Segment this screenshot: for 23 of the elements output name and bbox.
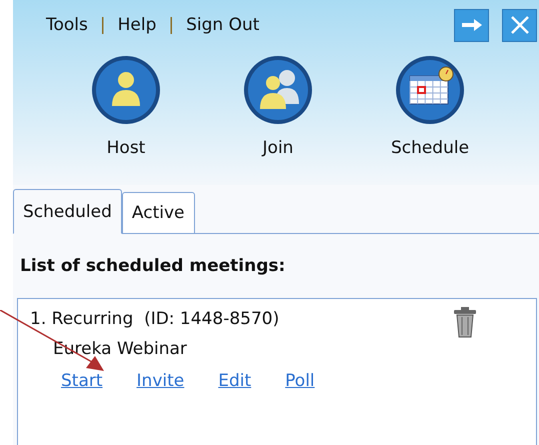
- menu-item[interactable]: Help: [118, 15, 156, 35]
- meeting-link[interactable]: Edit: [218, 371, 252, 391]
- tab[interactable]: Active: [122, 192, 195, 234]
- menu-separator: |: [168, 15, 174, 35]
- meeting-link[interactable]: Invite: [136, 371, 184, 391]
- arrow-button[interactable]: [454, 8, 489, 42]
- menu-item[interactable]: Sign Out: [186, 15, 260, 35]
- menu-separator: |: [100, 15, 106, 35]
- action-button[interactable]: Host: [71, 54, 181, 158]
- close-icon: [510, 15, 530, 35]
- person-icon: [90, 54, 162, 126]
- meeting-link[interactable]: Poll: [285, 371, 315, 391]
- meeting-title: 1. Recurring (ID: 1448-8570): [30, 309, 280, 329]
- tab[interactable]: Scheduled: [13, 189, 122, 234]
- meeting-link[interactable]: Start: [61, 371, 103, 391]
- close-button[interactable]: [502, 8, 537, 42]
- action-button[interactable]: Schedule: [375, 54, 485, 158]
- list-heading: List of scheduled meetings:: [20, 256, 286, 276]
- menu-item[interactable]: Tools: [46, 15, 88, 35]
- right-arrow-icon: [460, 18, 482, 32]
- people-icon: [242, 54, 314, 126]
- calendar-icon: [394, 54, 466, 126]
- action-button[interactable]: Join: [223, 54, 333, 158]
